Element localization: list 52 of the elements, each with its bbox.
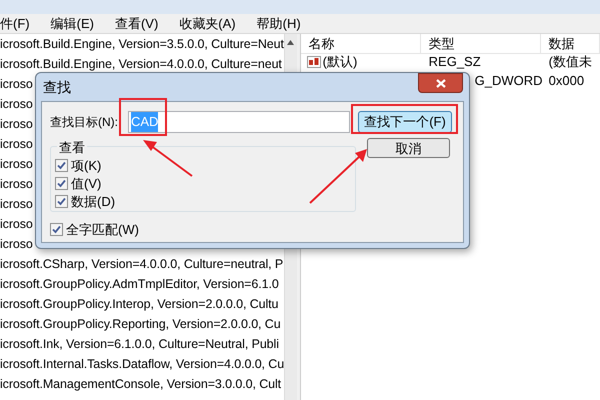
- close-button[interactable]: [418, 73, 463, 93]
- tree-item[interactable]: icroso: [0, 94, 33, 114]
- column-header[interactable]: 类型: [420, 34, 541, 53]
- tree-item[interactable]: icrosoft.Ink, Version=6.1.0.0, Culture=Neutral, Publi: [0, 334, 279, 354]
- value-type: REG_SZ: [428, 53, 481, 72]
- option-label: 值(V): [71, 174, 102, 193]
- value-data: (数值未: [548, 53, 593, 72]
- whole-word-label: 全字匹配(W): [66, 221, 139, 239]
- scroll-up-icon: [287, 40, 294, 45]
- find-next-button[interactable]: 查找下一个(F): [358, 111, 452, 133]
- column-header[interactable]: 名称: [300, 34, 421, 53]
- tree-item[interactable]: icrosoft.GroupPolicy.Reporting, Version=2.0.0.0, Cu: [0, 314, 281, 334]
- menu-item[interactable]: 帮助(H): [256, 14, 301, 34]
- menu-item[interactable]: 件(F): [0, 14, 30, 34]
- checkbox[interactable]: [55, 159, 68, 172]
- string-value-icon: [306, 56, 321, 68]
- tree-item[interactable]: icroso: [0, 154, 33, 174]
- tree-item[interactable]: icroso: [0, 134, 33, 154]
- tree-item[interactable]: icroso: [0, 114, 33, 134]
- tree-item[interactable]: icrosoft.CSharp, Version=4.0.0.0, Culture=neutral, P: [0, 254, 284, 274]
- checkbox[interactable]: [55, 177, 68, 190]
- selected-text: CAD: [131, 112, 158, 132]
- tree-item[interactable]: icrosoft.GroupPolicy.AdmTmplEditor, Version=6.1.0: [0, 274, 279, 294]
- tree-item[interactable]: icrosoft.ManagementConsole, Version=3.0.0.0, Cult: [0, 374, 282, 394]
- dialog-title: 查找: [43, 78, 71, 96]
- highlight-rectangle: [119, 98, 167, 136]
- tree-item[interactable]: icrosoft.Build.Engine, Version=4.0.0.0, Culture=neut: [0, 54, 282, 74]
- tree-item[interactable]: icrosoft.Internal.Tasks.Dataflow, Version=4.0.0.0, Cu: [0, 354, 284, 374]
- value-name: (默认): [322, 53, 358, 72]
- value-data: 0x000: [548, 72, 586, 90]
- arrow: [143, 140, 193, 177]
- tree-item[interactable]: icrosoft.Build.Engine, Version=3.5.0.0, Culture=Neut: [0, 34, 284, 54]
- option-label: 数据(D): [71, 192, 116, 211]
- tree-item[interactable]: icrosoft.GroupPolicy.Interop, Version=2.0.0.0, Cultu: [0, 294, 278, 314]
- check-icon: [52, 225, 61, 234]
- option-label: 项(K): [71, 156, 102, 175]
- tree-item[interactable]: icroso: [0, 234, 33, 254]
- checkbox[interactable]: [50, 223, 63, 236]
- find-label: 查找目标(N):: [50, 114, 118, 131]
- cancel-button[interactable]: 取消: [367, 138, 450, 158]
- menu-item[interactable]: 编辑(E): [50, 14, 94, 34]
- close-icon: [436, 78, 446, 88]
- menu-item[interactable]: 查看(V): [114, 14, 158, 34]
- tree-item[interactable]: icroso: [0, 214, 33, 234]
- value-type: G_DWORD: [474, 72, 543, 90]
- arrow: [309, 149, 367, 204]
- menu-item[interactable]: 收藏夹(A): [179, 14, 236, 34]
- checkbox[interactable]: [55, 195, 68, 208]
- column-header[interactable]: 数据: [540, 34, 600, 53]
- tree-item[interactable]: icroso: [0, 194, 33, 214]
- tree-item[interactable]: icroso: [0, 174, 33, 194]
- tree-item[interactable]: icroso: [0, 74, 33, 94]
